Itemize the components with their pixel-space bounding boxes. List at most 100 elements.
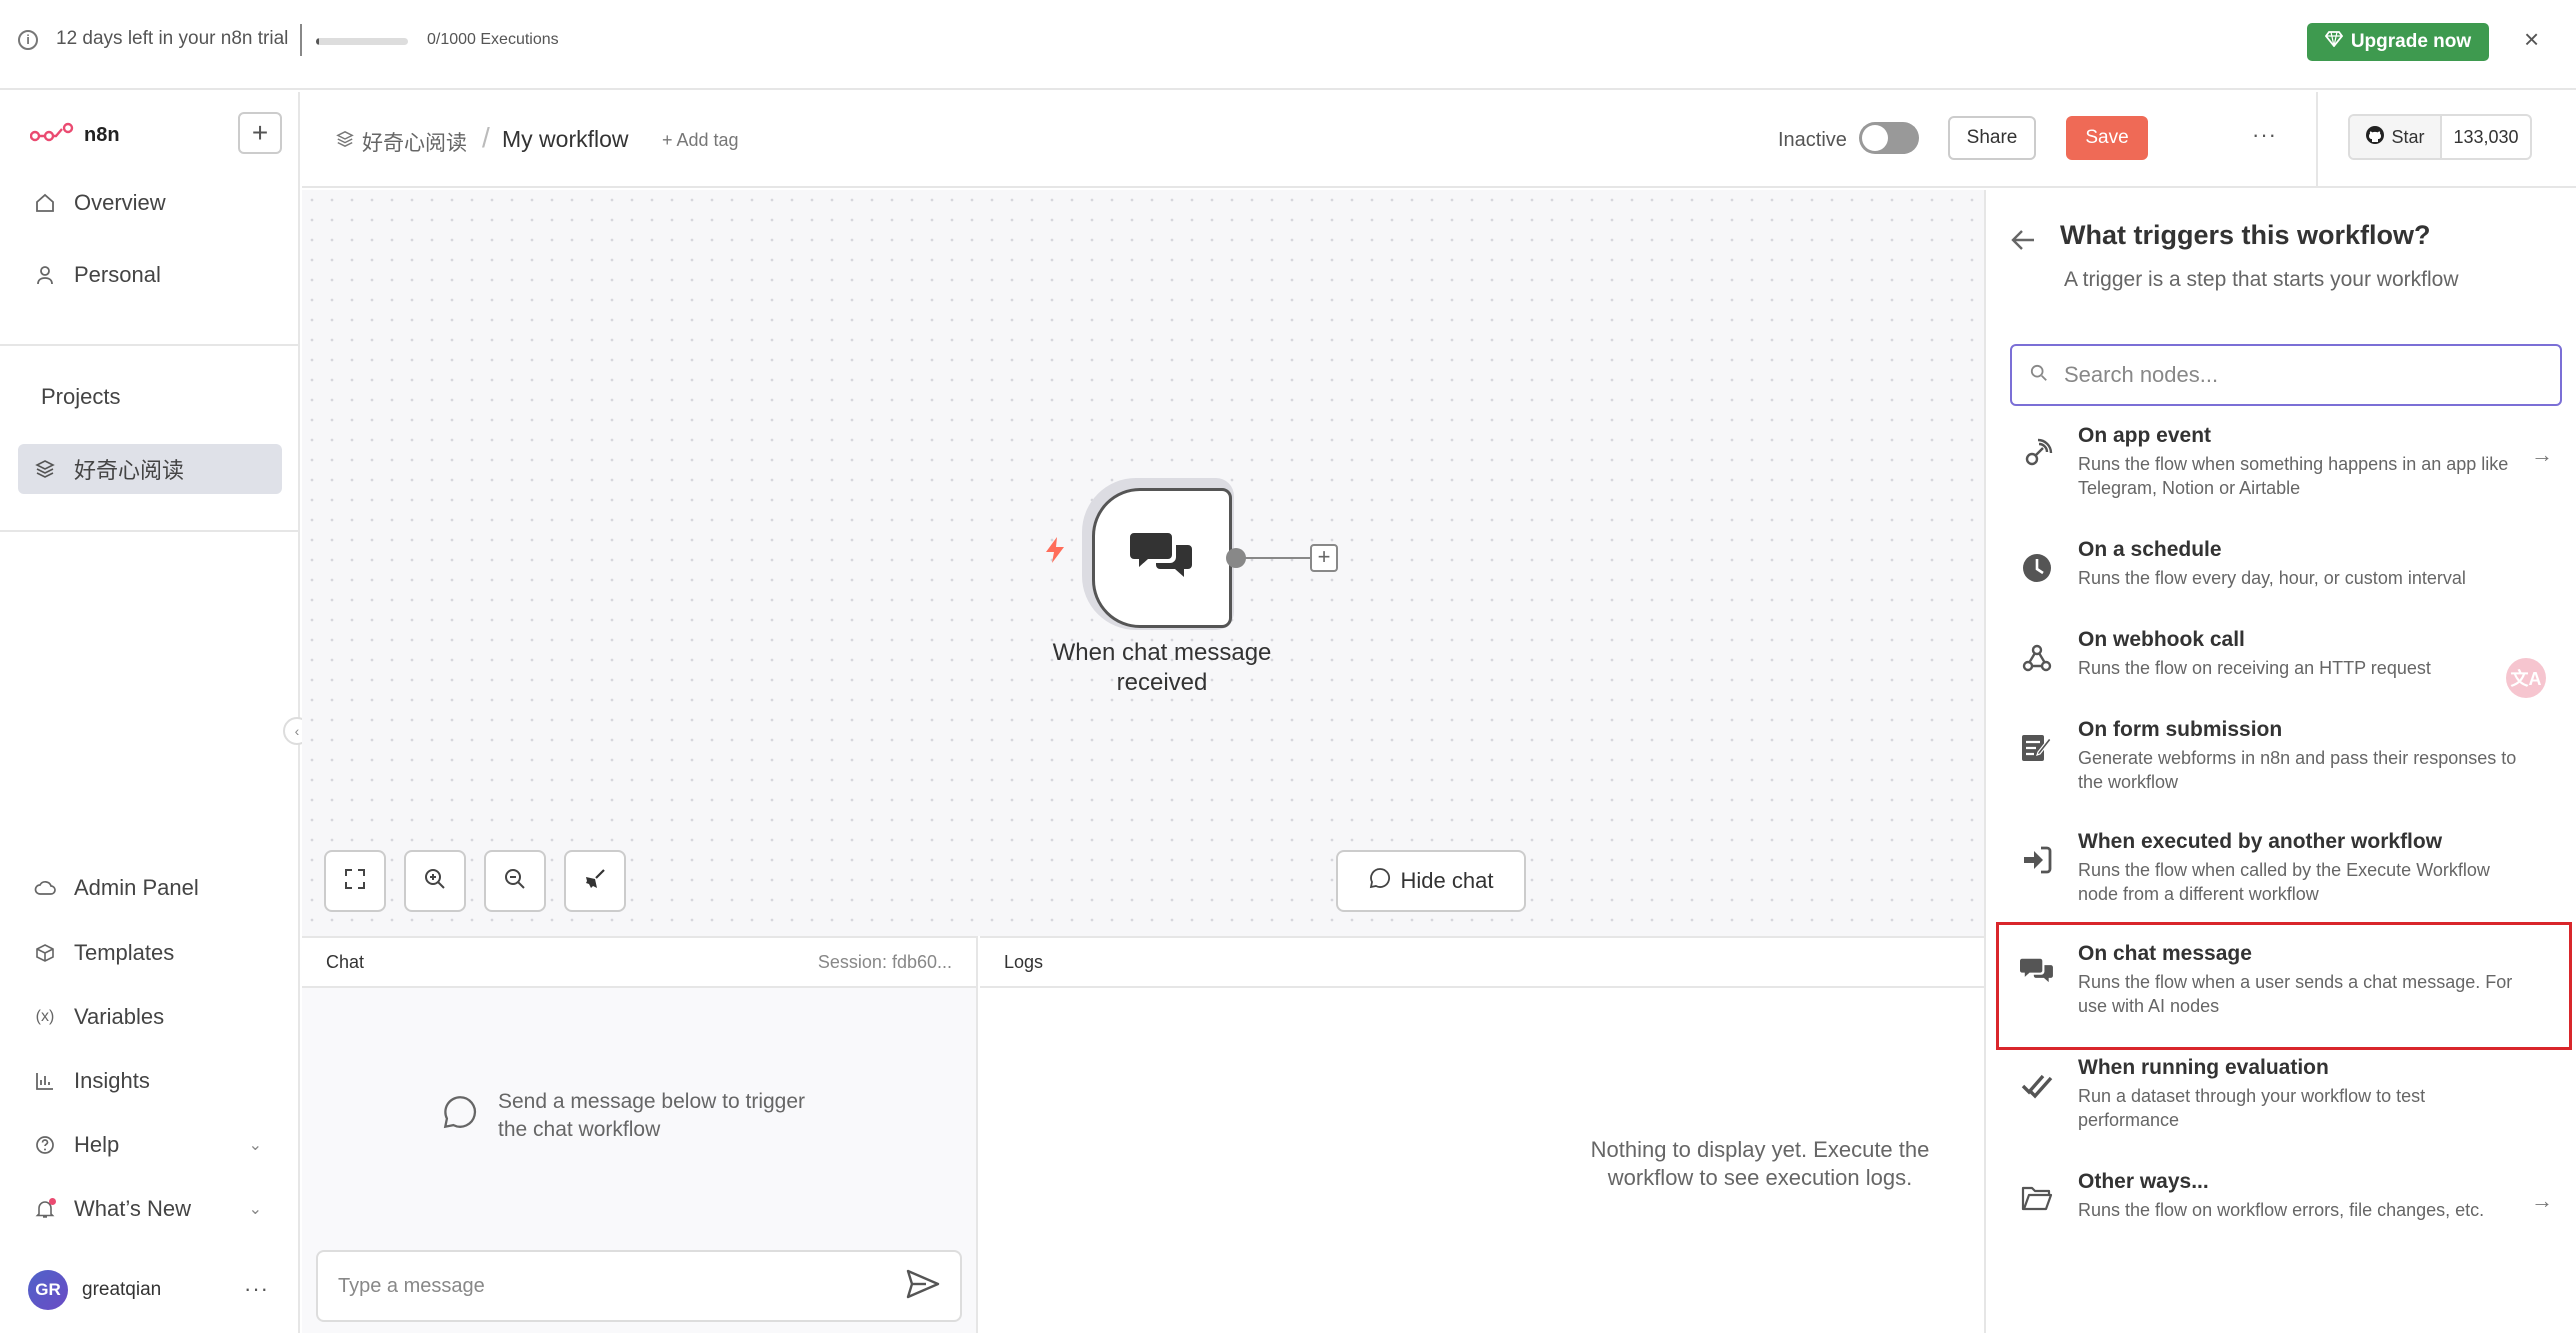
active-toggle[interactable] <box>1859 122 1919 154</box>
banner-divider <box>300 24 302 56</box>
trigger-desc: Runs the flow on workflow errors, file c… <box>2078 1200 2485 1220</box>
clock-icon <box>2010 538 2064 584</box>
user-more-button[interactable]: ··· <box>244 1276 269 1302</box>
nav-admin-panel[interactable]: Admin Panel <box>18 863 282 913</box>
github-star-button[interactable]: Star 133,030 <box>2348 114 2532 160</box>
check-double-icon <box>2010 1056 2064 1100</box>
session-id[interactable]: Session: fdb60... <box>818 952 952 973</box>
tidy-up-button[interactable] <box>564 850 626 912</box>
trigger-panel-subtitle: A trigger is a step that starts your wor… <box>2064 268 2459 291</box>
avatar: GR <box>28 1270 68 1310</box>
diamond-icon <box>2324 31 2343 53</box>
node-search-input[interactable] <box>2064 362 2542 388</box>
user-menu[interactable]: GR greatqian <box>28 1270 161 1310</box>
translate-icon[interactable]: 文A <box>2506 658 2546 698</box>
help-icon <box>34 1134 56 1156</box>
breadcrumb-separator: / <box>482 122 490 153</box>
chat-empty-text: Send a message below to trigger the chat… <box>498 1090 806 1141</box>
upgrade-button[interactable]: Upgrade now <box>2307 23 2489 61</box>
n8n-logo[interactable]: n8n <box>29 122 120 149</box>
trigger-item-sub-workflow[interactable]: When executed by another workflow Runs th… <box>2010 830 2562 906</box>
node-label: When chat message received <box>1052 639 1272 696</box>
sidebar: n8n + Overview Personal Projects 好奇心阅读 A… <box>0 92 300 1333</box>
chat-icon <box>442 1094 478 1138</box>
github-star: Star <box>2350 116 2442 158</box>
chart-icon <box>34 1070 56 1092</box>
chat-panel-title: Chat <box>326 951 365 972</box>
nav-variables-label: Variables <box>74 1004 165 1029</box>
highlight-box <box>1996 922 2572 1050</box>
hide-chat-button[interactable]: Hide chat <box>1336 850 1526 912</box>
trigger-desc: Run a dataset through your workflow to t… <box>2078 1086 2426 1130</box>
nav-overview[interactable]: Overview <box>18 178 282 228</box>
layers-icon <box>34 458 56 480</box>
trigger-item-evaluation[interactable]: When running evaluation Run a dataset thr… <box>2010 1056 2562 1132</box>
back-arrow-icon[interactable] <box>2010 226 2036 258</box>
sidebar-divider <box>0 344 300 346</box>
logo-text: n8n <box>84 124 120 146</box>
sign-in-icon <box>2010 830 2064 876</box>
chat-icon <box>1369 867 1391 895</box>
nav-variables[interactable]: (x) Variables <box>18 992 282 1042</box>
trigger-name: When executed by another workflow <box>2078 830 2443 853</box>
arrow-right-icon: → <box>2531 1188 2553 1213</box>
add-tag-button[interactable]: + Add tag <box>662 130 739 151</box>
logs-empty-text: Nothing to display yet. Execute the work… <box>1590 1137 1930 1190</box>
add-node-button[interactable]: + <box>1310 544 1338 572</box>
github-star-count: 133,030 <box>2453 126 2519 147</box>
zoom-out-icon <box>504 868 526 895</box>
chat-trigger-node[interactable] <box>1092 488 1232 628</box>
trigger-name: On app event <box>2078 424 2212 447</box>
nav-templates[interactable]: Templates <box>18 928 282 978</box>
info-icon: i <box>18 30 38 50</box>
logs-panel: Logs Nothing to display yet. Execute the… <box>980 936 1984 1333</box>
create-button[interactable]: + <box>238 112 282 154</box>
node-search-box <box>2010 344 2562 406</box>
nav-whats-new[interactable]: What’s New ⌄ <box>18 1184 282 1234</box>
zoom-out-button[interactable] <box>484 850 546 912</box>
trigger-item-app-event[interactable]: On app event Runs the flow when something… <box>2010 424 2562 500</box>
workflow-canvas[interactable]: + When chat message received Hide chat <box>302 190 1984 936</box>
form-icon <box>2010 718 2064 764</box>
trigger-arrow-spacer <box>2522 830 2562 848</box>
header-divider <box>2316 92 2318 188</box>
chat-message-input[interactable] <box>338 1274 906 1298</box>
trigger-desc: Runs the flow on receiving an HTTP reque… <box>2078 658 2431 678</box>
zoom-in-button[interactable] <box>404 850 466 912</box>
fit-view-button[interactable] <box>324 850 386 912</box>
trigger-item-webhook[interactable]: On webhook call Runs the flow on receivin… <box>2010 628 2562 680</box>
home-icon <box>34 192 56 214</box>
trigger-item-other-ways[interactable]: Other ways... Runs the flow on workflow e… <box>2010 1170 2562 1222</box>
project-item-active[interactable]: 好奇心阅读 <box>18 444 282 494</box>
nav-templates-label: Templates <box>74 940 175 965</box>
toggle-knob <box>1862 125 1888 151</box>
sidebar-divider <box>0 530 300 532</box>
more-options-button[interactable]: ··· <box>2252 122 2277 148</box>
trigger-name: Other ways... <box>2078 1170 2209 1193</box>
trigger-item-form[interactable]: On form submission Generate webforms in n… <box>2010 718 2562 794</box>
send-icon[interactable] <box>906 1269 940 1304</box>
node-connector-line <box>1244 557 1312 559</box>
n8n-logo-icon <box>29 122 74 149</box>
trigger-arrow-spacer <box>2522 718 2562 736</box>
breadcrumb-project[interactable]: 好奇心阅读 <box>336 127 467 157</box>
chat-panel: Chat Session: fdb60... Send a message be… <box>302 936 978 1333</box>
chevron-left-icon: ‹ <box>294 723 300 739</box>
layers-icon <box>336 130 354 154</box>
close-banner-button[interactable]: × <box>2524 24 2539 55</box>
trigger-name: On form submission <box>2078 718 2283 741</box>
nav-help[interactable]: Help ⌄ <box>18 1120 282 1170</box>
save-button[interactable]: Save <box>2066 116 2148 160</box>
node-output-handle[interactable] <box>1226 548 1246 568</box>
nav-personal[interactable]: Personal <box>18 250 282 300</box>
share-button[interactable]: Share <box>1948 116 2036 160</box>
nav-insights[interactable]: Insights <box>18 1056 282 1106</box>
arrow-right-icon: → <box>2531 442 2553 467</box>
upgrade-label: Upgrade now <box>2350 31 2472 52</box>
fullscreen-icon <box>344 868 366 895</box>
breadcrumb-project-label: 好奇心阅读 <box>362 132 467 155</box>
workflow-header: 好奇心阅读 / My workflow + Add tag Inactive S… <box>302 92 2576 188</box>
executions-count: 0/1000 Executions <box>427 31 559 48</box>
trigger-item-schedule[interactable]: On a schedule Runs the flow every day, ho… <box>2010 538 2562 590</box>
workflow-name[interactable]: My workflow <box>502 126 629 153</box>
